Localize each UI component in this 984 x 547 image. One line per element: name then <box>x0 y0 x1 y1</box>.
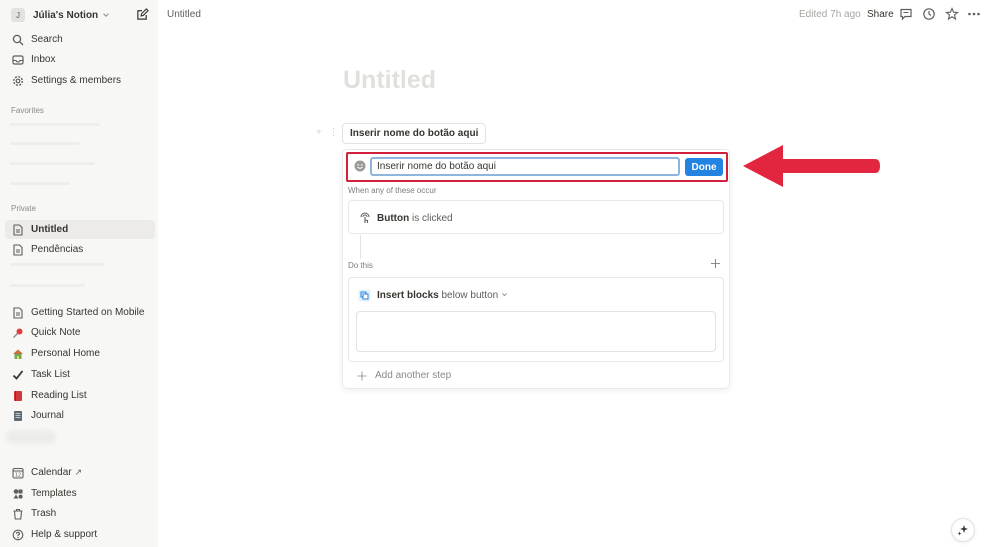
sidebar-item-label: Trash <box>31 508 57 519</box>
action-section-label: Do this <box>348 261 373 270</box>
breadcrumb[interactable]: Untitled <box>167 9 201 20</box>
emoji-icon[interactable] <box>354 160 366 172</box>
sidebar-item-settings[interactable]: Settings & members <box>5 71 155 90</box>
blocks-content-area[interactable] <box>356 311 716 352</box>
sparkle-icon <box>957 525 968 536</box>
sidebar-item-untitled[interactable]: Untitled <box>5 220 155 239</box>
checkmark-icon <box>11 368 25 382</box>
new-page-icon[interactable] <box>136 8 149 21</box>
trigger-card[interactable]: Button is clicked <box>348 200 724 234</box>
notebook-icon <box>11 409 25 423</box>
blurred-page <box>10 284 85 287</box>
action-name: Insert blocks <box>377 290 439 301</box>
ai-assistant-button[interactable] <box>951 518 975 542</box>
sidebar-item-reading-list[interactable]: Reading List <box>5 386 155 405</box>
trigger-section-label: When any of these occur <box>348 186 437 195</box>
page-icon <box>11 243 25 257</box>
sidebar-item-help[interactable]: Help & support <box>5 525 155 544</box>
blurred-page <box>10 263 105 266</box>
sidebar-item-calendar[interactable]: 12 Calendar ↗ <box>5 463 155 482</box>
blurred-item <box>6 430 56 444</box>
search-icon <box>11 33 25 47</box>
sidebar-item-label: Quick Note <box>31 327 81 338</box>
sidebar-item-label: Personal Home <box>31 348 100 359</box>
sidebar-item-quick-note[interactable]: Quick Note <box>5 323 155 342</box>
action-card[interactable]: Insert blocks below button <box>348 277 724 362</box>
private-section-label: Private <box>11 204 36 213</box>
workspace-switcher[interactable]: J Júlia's Notion <box>8 7 154 23</box>
sidebar-item-personal-home[interactable]: Personal Home <box>5 344 155 363</box>
sidebar-item-label: Templates <box>31 488 77 499</box>
sidebar-item-journal[interactable]: Journal <box>5 406 155 425</box>
clock-icon[interactable] <box>922 7 936 21</box>
tap-icon <box>360 212 370 223</box>
favorites-section-label: Favorites <box>11 106 44 115</box>
sidebar-item-getting-started[interactable]: Getting Started on Mobile <box>5 303 155 322</box>
sidebar-item-label: Pendências <box>31 244 84 255</box>
sidebar-item-label: Journal <box>31 410 64 421</box>
comment-icon[interactable] <box>899 7 913 21</box>
templates-icon <box>11 487 25 501</box>
annotation-highlight-box: Done <box>346 152 728 182</box>
page-icon <box>11 223 25 237</box>
inbox-icon <box>11 53 25 67</box>
done-button[interactable]: Done <box>685 158 723 176</box>
page-icon <box>11 306 25 320</box>
add-step-label: Add another step <box>375 370 452 381</box>
share-button[interactable]: Share <box>867 9 894 20</box>
sidebar: J Júlia's Notion Search Inbox Settings &… <box>0 0 158 547</box>
more-icon[interactable] <box>967 7 981 21</box>
sidebar-item-label: Settings & members <box>31 75 122 86</box>
trigger-name: Button <box>377 213 410 224</box>
page-title[interactable]: Untitled <box>343 66 436 95</box>
connector-line <box>360 235 361 259</box>
button-name-input[interactable] <box>370 157 680 176</box>
chevron-down-icon <box>103 13 109 17</box>
sidebar-item-label: Inbox <box>31 54 56 65</box>
svg-text:12: 12 <box>15 472 21 478</box>
gear-icon <box>11 74 25 88</box>
add-step-button[interactable]: Add another step <box>357 370 451 381</box>
trigger-condition: is clicked <box>412 213 453 224</box>
sidebar-item-label: Search <box>31 34 63 45</box>
help-icon <box>11 528 25 542</box>
sidebar-item-templates[interactable]: Templates <box>5 484 155 503</box>
sidebar-item-search[interactable]: Search <box>5 30 155 49</box>
sidebar-item-label: Reading List <box>31 390 87 401</box>
sidebar-item-inbox[interactable]: Inbox <box>5 50 155 69</box>
book-icon <box>11 389 25 403</box>
blurred-favorite <box>10 162 95 165</box>
sidebar-item-label: Untitled <box>31 224 69 235</box>
button-editor-panel: Done When any of these occur Button is c… <box>342 149 730 389</box>
sidebar-item-label: Calendar <box>31 467 72 478</box>
calendar-icon: 12 <box>11 466 25 480</box>
blurred-favorite <box>10 142 80 145</box>
insert-blocks-icon <box>358 289 371 302</box>
sidebar-item-label: Task List <box>31 369 70 380</box>
home-icon <box>11 347 25 361</box>
sidebar-item-label: Getting Started on Mobile <box>31 307 145 318</box>
edited-timestamp: Edited 7h ago <box>799 9 861 20</box>
pin-icon <box>11 326 25 340</box>
workspace-name: Júlia's Notion <box>33 9 99 21</box>
star-icon[interactable] <box>945 7 959 21</box>
action-position-dropdown[interactable]: below button <box>441 290 498 301</box>
workspace-avatar: J <box>11 8 25 22</box>
button-block[interactable]: Inserir nome do botão aqui <box>342 123 487 144</box>
sidebar-item-trash[interactable]: Trash <box>5 504 155 523</box>
sidebar-item-pendencias[interactable]: Pendências <box>5 240 155 259</box>
external-link-icon: ↗ <box>74 467 83 477</box>
blurred-favorite <box>10 123 100 126</box>
chevron-down-icon <box>502 293 507 297</box>
sidebar-item-task-list[interactable]: Task List <box>5 365 155 384</box>
blurred-favorite <box>10 182 70 185</box>
trash-icon <box>11 507 25 521</box>
annotation-arrow-icon <box>743 145 880 187</box>
sidebar-item-label: Help & support <box>31 529 98 540</box>
plus-icon[interactable] <box>710 258 721 269</box>
plus-icon <box>357 371 367 380</box>
